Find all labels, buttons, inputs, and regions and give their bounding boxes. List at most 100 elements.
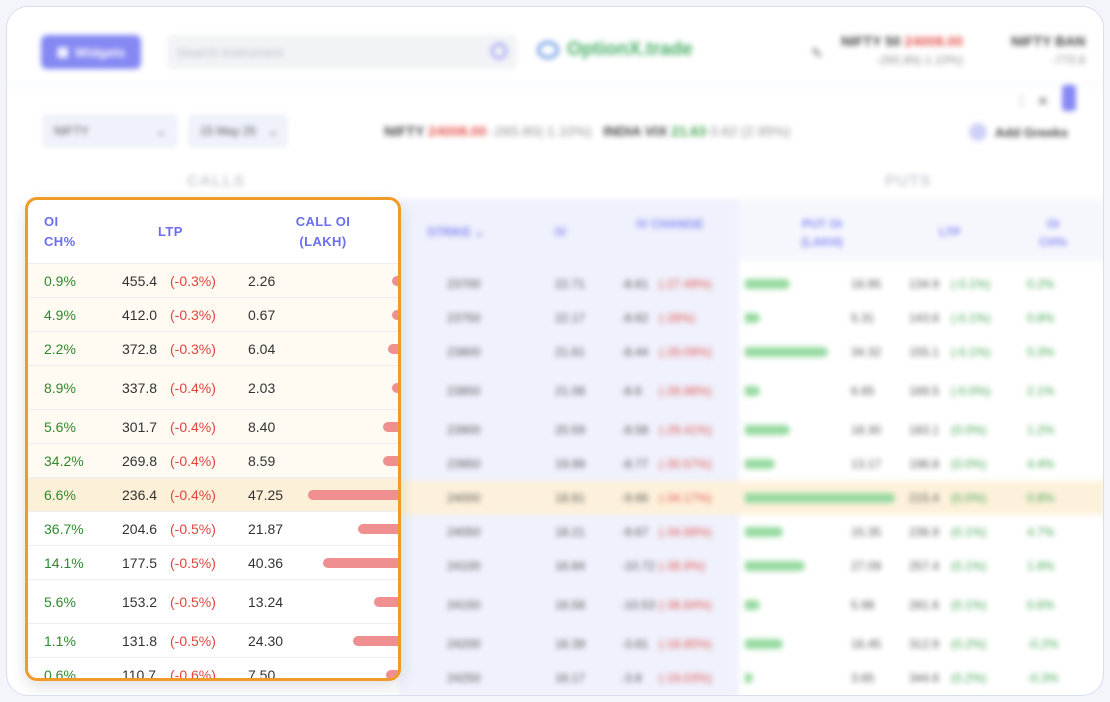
put-oi-change-cell: 1.2% bbox=[1027, 423, 1055, 437]
search-placeholder: Search Instrument bbox=[177, 44, 284, 60]
expiry-select[interactable]: 15 May 25 ⌄ bbox=[189, 115, 287, 147]
put-oi-bar bbox=[745, 493, 895, 503]
put-ltp-change-cell: (0.0%) bbox=[951, 457, 987, 471]
table-row[interactable]: 24050 18.21 -9.67 (-34.68%) 15.35 236.9 (0.1%)… bbox=[399, 515, 1103, 549]
iv-cell: 16.84 bbox=[555, 559, 586, 573]
table-row[interactable]: 23950 19.99 -8.77 (-30.57%) 13.17 198.8 (0.0%)… bbox=[399, 447, 1103, 481]
strike-cell: 24050 bbox=[447, 525, 481, 539]
put-oi-bar bbox=[745, 425, 790, 435]
put-oi-change-cell: 4.4% bbox=[1027, 457, 1055, 471]
iv-cell: 21.61 bbox=[555, 345, 586, 359]
strike-cell: 23950 bbox=[447, 457, 481, 471]
table-row[interactable]: 6.6% 236.4 (-0.4%) 47.25 bbox=[28, 478, 398, 512]
put-ltp-change-cell: (0.2%) bbox=[951, 671, 987, 685]
iv-change-cell: -3.81 bbox=[621, 637, 649, 651]
nifty-price: 24008.00 bbox=[428, 123, 487, 139]
call-oi-bar bbox=[323, 558, 398, 568]
put-oi-bar bbox=[745, 347, 828, 357]
iv-cell: 18.21 bbox=[555, 525, 586, 539]
expiry-value: 15 May 25 bbox=[200, 124, 257, 138]
iv-change-cell: -8.58 bbox=[621, 423, 649, 437]
control-bar: NIFTY ⌄ 15 May 25 ⌄ NIFTY 24008.00 -265.… bbox=[29, 91, 1089, 161]
ltp-change-cell: (-0.3%) bbox=[170, 307, 216, 323]
iv-change-pct-cell: (-29.41%) bbox=[659, 423, 712, 437]
table-row[interactable]: 0.6% 110.7 (-0.6%) 7.50 bbox=[28, 658, 398, 681]
oi-change-cell: 6.6% bbox=[44, 487, 76, 503]
table-row[interactable]: 24200 16.39 -3.81 (-18.85%) 16.45 312.9 (0.2%)… bbox=[399, 627, 1103, 661]
table-row[interactable]: 36.7% 204.6 (-0.5%) 21.87 bbox=[28, 512, 398, 546]
screenshot-frame: ▦ Widgets Search Instrument OptionX.trad… bbox=[6, 6, 1104, 696]
table-row[interactable]: 23700 22.71 -8.61 (-27.49%) 16.95 134.9 (-0.1%… bbox=[399, 267, 1103, 301]
table-row[interactable]: 0.9% 455.4 (-0.3%) 2.26 bbox=[28, 264, 398, 298]
search-icon bbox=[491, 43, 507, 59]
call-oi-header[interactable]: CALL OI (LAKH) bbox=[288, 212, 358, 252]
ticker-nifty50[interactable]: NIFTY 50 24008.00 -265.80(-1.10%) bbox=[841, 33, 963, 67]
put-oi-bar bbox=[745, 561, 805, 571]
add-greeks-label: Add Greeks bbox=[995, 124, 1068, 140]
edit-icon[interactable]: ✎ bbox=[811, 45, 823, 62]
search-input[interactable]: Search Instrument bbox=[167, 35, 517, 69]
chevron-down-icon: ⌄ bbox=[267, 124, 278, 138]
call-oi-cell: 40.36 bbox=[248, 555, 284, 571]
table-row[interactable]: 24150 16.58 -10.53 (-38.84%) 5.98 281.6 (0.1%)… bbox=[399, 583, 1103, 627]
iv-cell: 22.71 bbox=[555, 277, 586, 291]
table-row[interactable]: 5.6% 301.7 (-0.4%) 8.40 bbox=[28, 410, 398, 444]
table-row[interactable]: 34.2% 269.8 (-0.4%) 8.59 bbox=[28, 444, 398, 478]
table-row[interactable]: 2.2% 372.8 (-0.3%) 6.04 bbox=[28, 332, 398, 366]
table-row[interactable]: 24250 16.17 -3.8 (-19.03%) 3.65 344.6 (0.2%) -0… bbox=[399, 661, 1103, 695]
oi-change-cell: 4.9% bbox=[44, 307, 76, 323]
ltp-change-cell: (-0.5%) bbox=[170, 633, 216, 649]
put-ltp-change-cell: (-0.0%) bbox=[951, 384, 991, 398]
ltp-change-cell: (-0.5%) bbox=[170, 594, 216, 610]
call-oi-cell: 8.40 bbox=[248, 419, 276, 435]
strike-cell: 24200 bbox=[447, 637, 481, 651]
ltp-change-cell: (-0.5%) bbox=[170, 555, 216, 571]
strike-cell: 23900 bbox=[447, 423, 481, 437]
calls-panel-highlight: OI CH% LTP CALL OI (LAKH) 0.9% 455.4 (-0.3… bbox=[25, 197, 401, 681]
table-row[interactable]: 23750 22.17 -8.62 (-28%) 5.31 143.6 (-0.1%) 0.8… bbox=[399, 301, 1103, 335]
oi-change-cell: 8.9% bbox=[44, 380, 76, 396]
add-greeks-button[interactable]: Add Greeks bbox=[969, 123, 1068, 141]
widgets-button[interactable]: ▦ Widgets bbox=[41, 35, 141, 69]
iv-change-cell: -8.6 bbox=[621, 384, 642, 398]
iv-change-cell: -8.77 bbox=[621, 457, 649, 471]
put-ltp-change-cell: (0.1%) bbox=[951, 525, 987, 539]
ltp-change-cell: (-0.4%) bbox=[170, 487, 216, 503]
call-oi-bar bbox=[392, 383, 398, 393]
call-oi-cell: 13.24 bbox=[248, 594, 284, 610]
put-ltp-cell: 143.6 bbox=[909, 311, 940, 325]
logo-icon bbox=[537, 41, 559, 59]
oi-ch-header[interactable]: OI CH% bbox=[44, 212, 94, 252]
call-oi-bar bbox=[358, 524, 398, 534]
table-row[interactable]: 23800 21.61 -8.44 (-28.09%) 34.32 155.1 (-0.1%… bbox=[399, 335, 1103, 369]
call-oi-cell: 6.04 bbox=[248, 341, 276, 357]
put-ltp-change-cell: (0.2%) bbox=[951, 637, 987, 651]
call-oi-cell: 24.30 bbox=[248, 633, 284, 649]
table-row[interactable]: 5.6% 153.2 (-0.5%) 13.24 bbox=[28, 580, 398, 624]
table-row[interactable]: 1.1% 131.8 (-0.5%) 24.30 bbox=[28, 624, 398, 658]
put-oi-change-cell: 0.8% bbox=[1027, 311, 1055, 325]
call-oi-bar bbox=[386, 670, 398, 678]
table-row[interactable]: 2400018.81-9.66(-34.17%)72.81215.4(0.0%)… bbox=[399, 481, 1103, 515]
put-oi-change-cell: 2.1% bbox=[1027, 384, 1055, 398]
call-oi-bar bbox=[392, 276, 398, 286]
ltp-change-cell: (-0.3%) bbox=[170, 273, 216, 289]
table-row[interactable]: 23900 20.59 -8.58 (-29.41%) 18.30 183.1 (0.0%)… bbox=[399, 413, 1103, 447]
oi-change-cell: 0.6% bbox=[44, 667, 76, 681]
instrument-select[interactable]: NIFTY ⌄ bbox=[43, 115, 177, 147]
put-ltp-cell: 312.9 bbox=[909, 637, 940, 651]
table-row[interactable]: 4.9% 412.0 (-0.3%) 0.67 bbox=[28, 298, 398, 332]
ticker-niftybank[interactable]: NIFTY BAN -770.6 bbox=[1011, 33, 1085, 67]
table-row[interactable]: 8.9% 337.8 (-0.4%) 2.03 bbox=[28, 366, 398, 410]
strike-cell: 23700 bbox=[447, 277, 481, 291]
iv-cell: 16.39 bbox=[555, 637, 586, 651]
ltp-header[interactable]: LTP bbox=[158, 222, 183, 242]
iv-change-pct-cell: (-34.17%) bbox=[659, 491, 712, 505]
table-row[interactable]: 14.1% 177.5 (-0.5%) 40.36 bbox=[28, 546, 398, 580]
table-row[interactable]: 24100 16.84 -10.72 (-38.9%) 27.09 257.4 (0.1%)… bbox=[399, 549, 1103, 583]
put-oi-change-cell: 0.3% bbox=[1027, 345, 1055, 359]
table-row[interactable]: 23850 21.08 -8.6 (-28.98%) 6.65 169.5 (-0.0%) 2… bbox=[399, 369, 1103, 413]
put-ltp-cell: 134.9 bbox=[909, 277, 940, 291]
iv-change-cell: -3.8 bbox=[621, 671, 642, 685]
iv-change-cell: -9.67 bbox=[621, 525, 649, 539]
